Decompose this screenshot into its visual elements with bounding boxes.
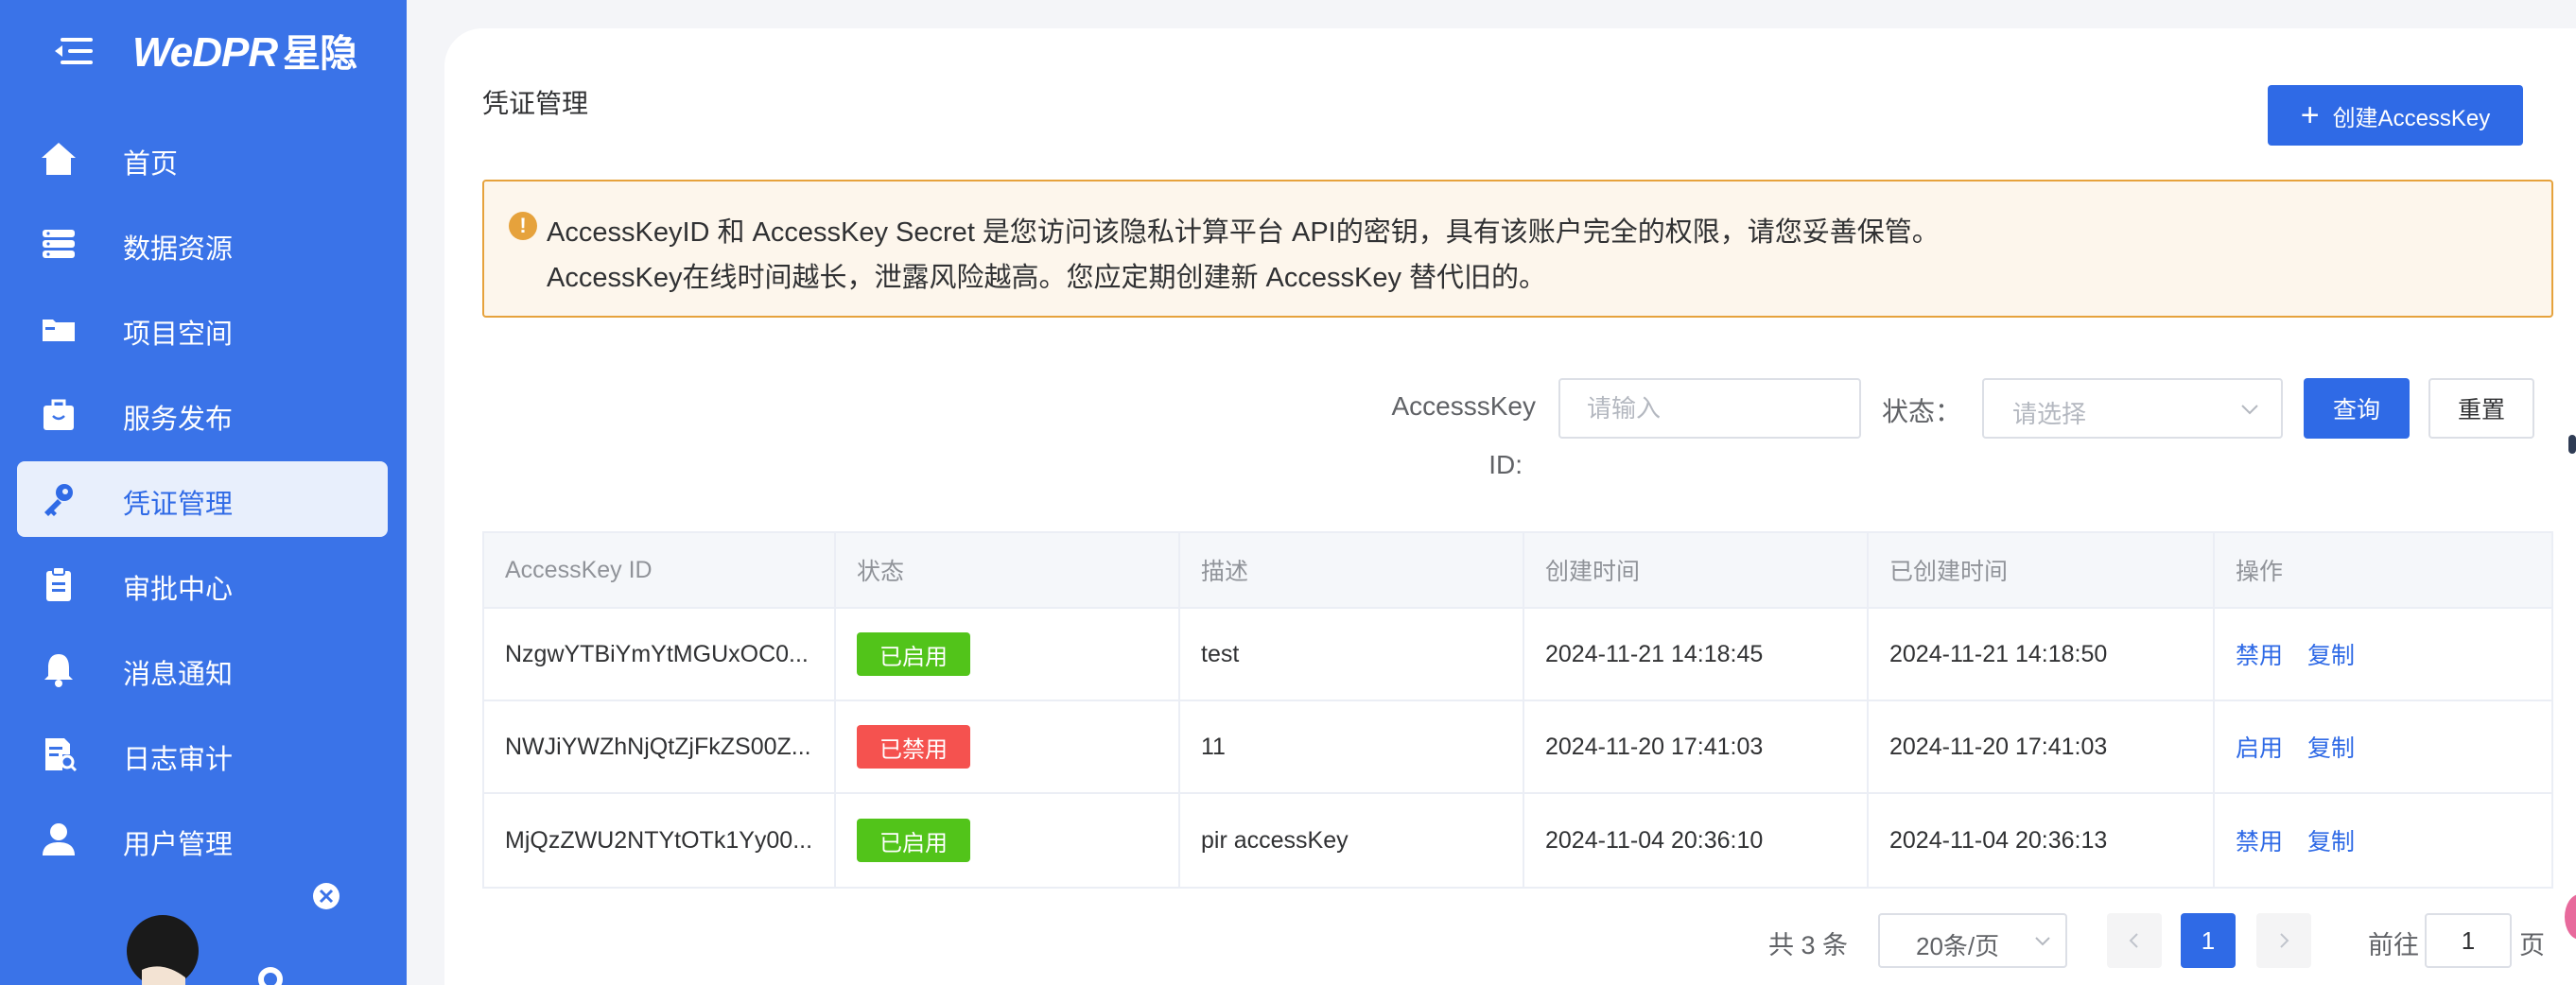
pagination-total: 共 3 条 bbox=[1768, 931, 1849, 959]
copy-link[interactable]: 复制 bbox=[2307, 823, 2355, 857]
disable-link[interactable]: 禁用 bbox=[2236, 637, 2283, 671]
sidebar-nav: 首页 数据资源 项目空间 服务发布 凭证管理 审批中心 消息通知 日志审计 用户… bbox=[17, 121, 388, 887]
sidebar-item-data-resources[interactable]: 数据资源 bbox=[17, 206, 388, 282]
sidebar-item-approval[interactable]: 审批中心 bbox=[17, 546, 388, 622]
log-search-icon bbox=[45, 738, 78, 772]
sidebar-item-service-publish[interactable]: 服务发布 bbox=[17, 376, 388, 452]
page-suffix: 页 bbox=[2519, 931, 2545, 959]
status-select[interactable]: 请选择 bbox=[1982, 378, 2283, 439]
created-time: 2024-11-04 20:36:10 bbox=[1524, 794, 1869, 887]
warning-icon: ! bbox=[509, 212, 537, 240]
goto-label: 前往 bbox=[2368, 931, 2419, 959]
sidebar: WeDPR 星隐 首页 数据资源 项目空间 服务发布 凭证管理 审批中心 消息通… bbox=[0, 0, 407, 985]
sidebar-item-label: 服务发布 bbox=[123, 405, 234, 435]
sidebar-item-label: 消息通知 bbox=[123, 660, 234, 690]
sidebar-item-credentials[interactable]: 凭证管理 bbox=[17, 461, 388, 537]
create-accesskey-label: 创建AccessKey bbox=[2332, 105, 2491, 131]
sidebar-item-label: 日志审计 bbox=[123, 745, 234, 775]
home-icon bbox=[42, 143, 76, 175]
sidebar-item-label: 项目空间 bbox=[123, 320, 234, 350]
sidebar-item-label: 首页 bbox=[123, 149, 179, 180]
table-row: NzgwYTBiYmYtMGUxOC0... 已启用 test 2024-11-… bbox=[484, 609, 2551, 701]
chevron-down-icon bbox=[2035, 937, 2050, 946]
prev-page-button[interactable] bbox=[2107, 913, 2162, 968]
sidebar-item-projects[interactable]: 项目空间 bbox=[17, 291, 388, 367]
scroll-handle[interactable] bbox=[2568, 435, 2576, 454]
mascot-illustration bbox=[127, 883, 339, 985]
accesskey-id-input[interactable] bbox=[1558, 378, 1861, 439]
column-header: 状态 bbox=[836, 533, 1180, 607]
reset-button[interactable]: 重置 bbox=[2428, 378, 2534, 439]
created-time: 2024-11-21 14:18:45 bbox=[1524, 609, 1869, 700]
elapsed-time: 2024-11-20 17:41:03 bbox=[1869, 701, 2215, 792]
page-number-current[interactable]: 1 bbox=[2181, 913, 2236, 968]
column-header: 已创建时间 bbox=[1869, 533, 2215, 607]
disable-link[interactable]: 禁用 bbox=[2236, 823, 2283, 857]
next-page-button[interactable] bbox=[2256, 913, 2311, 968]
column-header: 描述 bbox=[1180, 533, 1524, 607]
table-row: NWJiYWZhNjQtZjFkZS00Z... 已禁用 11 2024-11-… bbox=[484, 701, 2551, 794]
accesskey-id-label: AccesssKey bbox=[1391, 391, 1537, 421]
status-badge: 已禁用 bbox=[857, 725, 970, 769]
sidebar-item-notifications[interactable]: 消息通知 bbox=[17, 631, 388, 707]
column-header: 操作 bbox=[2236, 559, 2284, 585]
user-icon bbox=[43, 823, 75, 855]
status-select-placeholder: 请选择 bbox=[2012, 400, 2087, 428]
logo-row: WeDPR 星隐 bbox=[0, 0, 407, 104]
folder-icon bbox=[43, 320, 75, 341]
created-time: 2024-11-20 17:41:03 bbox=[1524, 701, 1869, 792]
copy-link[interactable]: 复制 bbox=[2307, 730, 2355, 764]
sidebar-item-label: 审批中心 bbox=[123, 575, 234, 605]
chevron-down-icon bbox=[2241, 405, 2258, 415]
accesskey-id: NzgwYTBiYmYtMGUxOC0... bbox=[505, 640, 809, 667]
bell-icon bbox=[44, 654, 73, 687]
description: test bbox=[1180, 609, 1524, 700]
sidebar-item-audit-log[interactable]: 日志审计 bbox=[17, 717, 388, 792]
table-header: AccessKey ID 状态 描述 创建时间 已创建时间 操作 bbox=[484, 533, 2551, 609]
copy-link[interactable]: 复制 bbox=[2307, 637, 2355, 671]
description: pir accessKey bbox=[1180, 794, 1524, 887]
alert-line-1: AccessKeyID 和 AccessKey Secret 是您访问该隐私计算… bbox=[547, 217, 1940, 248]
database-icon bbox=[43, 230, 75, 258]
elapsed-time: 2024-11-04 20:36:13 bbox=[1869, 794, 2215, 887]
page-title: 凭证管理 bbox=[482, 89, 589, 118]
menu-collapse-icon[interactable] bbox=[53, 36, 95, 66]
warning-alert: ! AccessKeyID 和 AccessKey Secret 是您访问该隐私… bbox=[482, 180, 2553, 318]
status-badge: 已启用 bbox=[857, 632, 970, 676]
sidebar-item-home[interactable]: 首页 bbox=[17, 121, 388, 197]
accesskey-id-label-suffix: ID: bbox=[1488, 450, 1523, 479]
alert-line-2: AccessKey在线时间越长，泄露风险越高。您应定期创建新 AccessKey… bbox=[547, 263, 1547, 293]
page-size-select[interactable]: 20条/页 bbox=[1878, 913, 2067, 968]
chevron-right-icon bbox=[2280, 933, 2289, 948]
status-badge: 已启用 bbox=[857, 819, 970, 862]
chevron-left-icon bbox=[2129, 933, 2138, 948]
elapsed-time: 2024-11-21 14:18:50 bbox=[1869, 609, 2215, 700]
column-header: AccessKey ID bbox=[484, 533, 836, 607]
create-accesskey-button[interactable]: + 创建AccessKey bbox=[2268, 85, 2523, 146]
plus-icon: + bbox=[2300, 97, 2320, 133]
clipboard-icon bbox=[46, 566, 71, 601]
page-size-value: 20条/页 bbox=[1916, 932, 2000, 960]
sidebar-item-label: 用户管理 bbox=[123, 830, 234, 860]
column-header: 创建时间 bbox=[1524, 533, 1869, 607]
logo: WeDPR 星隐 bbox=[132, 29, 357, 76]
table-row: MjQzZWU2NTYtOTk1Yy00... 已启用 pir accessKe… bbox=[484, 794, 2551, 887]
sidebar-item-label: 数据资源 bbox=[123, 234, 234, 265]
status-label: 状态： bbox=[1882, 397, 1962, 426]
sidebar-item-label: 凭证管理 bbox=[123, 490, 234, 520]
briefcase-icon bbox=[44, 399, 74, 430]
accesskey-id: NWJiYWZhNjQtZjFkZS00Z... bbox=[505, 733, 811, 760]
key-icon bbox=[44, 484, 73, 516]
sidebar-item-users[interactable]: 用户管理 bbox=[17, 802, 388, 877]
accesskey-table: AccessKey ID 状态 描述 创建时间 已创建时间 操作 NzgwYTB… bbox=[482, 531, 2553, 889]
query-button[interactable]: 查询 bbox=[2304, 378, 2410, 439]
enable-link[interactable]: 启用 bbox=[2236, 730, 2283, 764]
description: 11 bbox=[1180, 701, 1524, 792]
goto-page-input[interactable] bbox=[2425, 913, 2512, 968]
accesskey-id: MjQzZWU2NTYtOTk1Yy00... bbox=[505, 826, 813, 854]
